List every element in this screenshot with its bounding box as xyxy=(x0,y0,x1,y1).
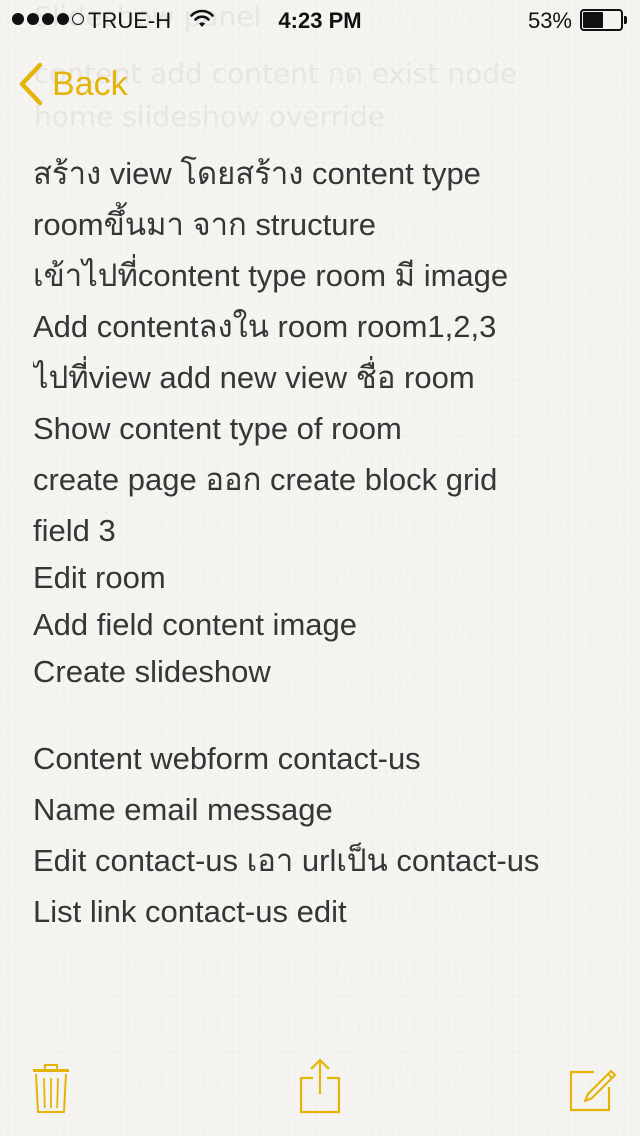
note-line: field 3 xyxy=(33,513,116,548)
battery-percentage: 53% xyxy=(527,8,572,33)
share-icon[interactable] xyxy=(299,1058,341,1118)
note-line: Edit room xyxy=(33,560,166,595)
note-line: Add field content image xyxy=(33,607,357,642)
note-line: roomขึ้นมา จาก structure xyxy=(33,207,377,242)
note-line: Show content type of room xyxy=(33,411,402,446)
note-line: Add contentลงใน room room1,2,3 xyxy=(33,309,497,344)
note-body[interactable]: สร้าง view โดยสร้าง content type roomขึ้น… xyxy=(33,148,623,937)
note-line: เข้าไปที่content type room มี image xyxy=(33,258,509,293)
bottom-toolbar xyxy=(0,1036,640,1136)
battery-icon xyxy=(580,9,628,31)
note-line: สร้าง view โดยสร้าง content type xyxy=(33,156,481,191)
status-bar: TRUE-H 4:23 PM 53% xyxy=(0,0,640,40)
note-line: Create slideshow xyxy=(33,654,271,689)
note-line xyxy=(33,693,623,733)
chevron-left-icon xyxy=(19,62,43,106)
note-line: ไปที่view add new view ชื่อ room xyxy=(33,360,475,395)
note-line: List link contact-us edit xyxy=(33,894,347,929)
back-button-label: Back xyxy=(52,64,128,103)
note-line: Content webform contact-us xyxy=(33,741,421,776)
trash-icon[interactable] xyxy=(32,1064,70,1118)
note-line: Name email message xyxy=(33,792,333,827)
note-line: Edit contact-us เอา urlเป็น contact-us xyxy=(33,843,540,878)
note-line: create page ออก create block grid xyxy=(33,462,498,497)
back-button[interactable]: Back xyxy=(18,60,128,108)
compose-icon[interactable] xyxy=(568,1060,618,1116)
